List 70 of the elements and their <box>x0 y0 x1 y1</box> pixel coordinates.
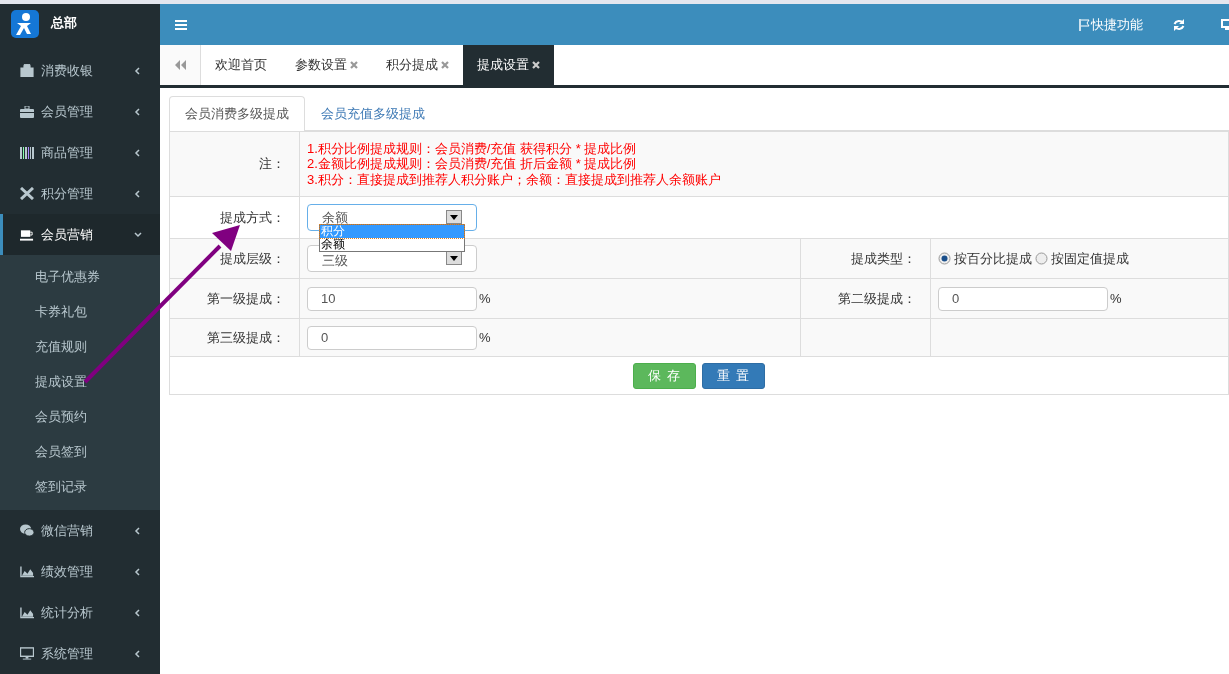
number-input[interactable]: 0 <box>938 286 1108 311</box>
flag-icon <box>1079 18 1090 31</box>
chat-icon <box>20 524 34 537</box>
form-tab[interactable]: 会员充值多级提成 <box>305 96 441 130</box>
bag-icon <box>20 64 34 77</box>
field-label: 提成方式： <box>220 208 285 227</box>
submenu-item[interactable]: 签到记录 <box>0 469 160 504</box>
submenu-item[interactable]: 充值规则 <box>0 329 160 364</box>
unit-label: % <box>479 291 491 306</box>
radio-option[interactable]: 按固定值提成 <box>1035 249 1129 268</box>
submenu-item[interactable]: 电子优惠券 <box>0 259 160 294</box>
monitor-icon <box>1221 18 1229 31</box>
monitor-icon <box>20 647 34 660</box>
submenu-item[interactable]: 卡券礼包 <box>0 294 160 329</box>
dropdown-arrow-icon <box>450 214 458 220</box>
submenu-item[interactable]: 会员签到 <box>0 434 160 469</box>
note-text: 2.金额比例提成规则：会员消费/充值 折后金额 * 提成比例 <box>307 156 637 172</box>
shuffle-icon <box>20 187 34 200</box>
field-label: 注： <box>259 155 285 173</box>
unit-label: % <box>479 330 491 345</box>
shortcut-link[interactable]: 快捷功能 <box>1079 15 1143 34</box>
sidebar-item[interactable]: 消费收银 <box>0 50 160 91</box>
cup-icon <box>20 228 34 241</box>
refresh-icon <box>1173 18 1185 31</box>
sidebar-item[interactable]: 会员营销 <box>0 214 160 255</box>
number-input[interactable]: 0 <box>307 325 477 350</box>
field-label: 提成层级： <box>220 249 285 268</box>
chevron-left-icon <box>134 649 142 658</box>
page-tab[interactable]: 参数设置 <box>281 45 372 85</box>
dropdown-arrow-icon <box>450 255 458 261</box>
rewind-icon <box>174 60 186 70</box>
chevron-down-icon <box>134 230 142 239</box>
note-text: 1.积分比例提成规则：会员消费/充值 获得积分 * 提成比例 <box>307 140 637 157</box>
sidebar-item[interactable]: 微信营销 <box>0 510 160 551</box>
area-chart-icon <box>20 565 34 578</box>
submenu-item[interactable]: 提成设置 <box>0 364 160 399</box>
form-tab[interactable]: 会员消费多级提成 <box>169 96 305 131</box>
chevron-left-icon <box>134 66 142 75</box>
sidebar-item[interactable]: 商品管理 <box>0 132 160 173</box>
briefcase-icon <box>20 105 34 118</box>
chevron-left-icon <box>134 526 142 535</box>
field-label: 提成类型： <box>851 249 916 268</box>
close-icon[interactable] <box>532 61 540 69</box>
submenu-item[interactable]: 会员预约 <box>0 399 160 434</box>
brand-title: 总部 <box>51 14 77 32</box>
radio-option[interactable]: 按百分比提成 <box>938 249 1032 268</box>
sidebar-item[interactable]: 会员管理 <box>0 91 160 132</box>
chevron-left-icon <box>134 567 142 576</box>
field-label: 第二级提成： <box>838 289 916 308</box>
chevron-left-icon <box>134 107 142 116</box>
sidebar-item[interactable]: 积分管理 <box>0 173 160 214</box>
page-tab[interactable]: 欢迎首页 <box>201 45 281 85</box>
barcode-icon <box>20 146 34 159</box>
sidebar-item[interactable]: 绩效管理 <box>0 551 160 592</box>
note-text: 3.积分：直接提成到推荐人积分账户；余额：直接提成到推荐人余额账户 <box>307 171 721 188</box>
field-label: 第一级提成： <box>207 289 285 308</box>
app-logo-icon <box>11 10 39 38</box>
sidebar-item[interactable]: 统计分析 <box>0 592 160 633</box>
page-tab[interactable]: 提成设置 <box>463 45 554 85</box>
menu-icon <box>175 19 187 30</box>
field-label: 第三级提成： <box>207 328 285 347</box>
reset-button[interactable]: 重 置 <box>702 362 765 389</box>
unit-label: % <box>1110 291 1122 306</box>
area-chart-icon <box>20 606 34 619</box>
page-tab[interactable]: 积分提成 <box>372 45 463 85</box>
sidebar-item[interactable]: 系统管理 <box>0 633 160 674</box>
chevron-left-icon <box>134 608 142 617</box>
number-input[interactable]: 10 <box>307 286 477 311</box>
chevron-left-icon <box>134 189 142 198</box>
chevron-left-icon <box>134 148 142 157</box>
